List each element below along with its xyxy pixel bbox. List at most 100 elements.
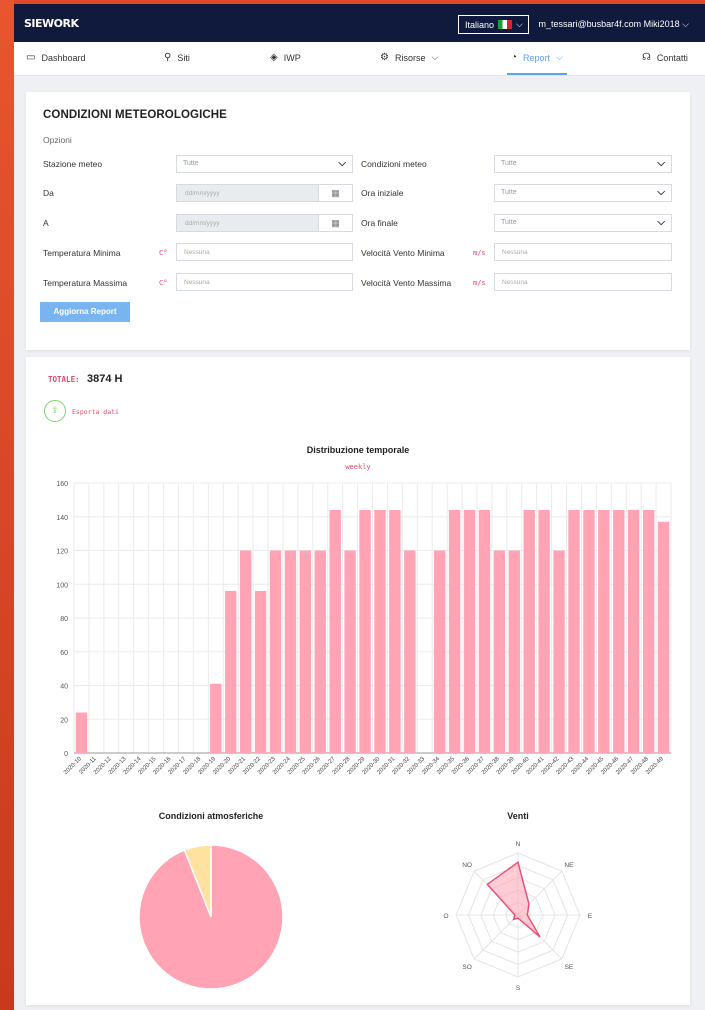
vento-max-unit: m/s — [473, 279, 486, 287]
radar-axis-label: N — [516, 841, 521, 848]
select-value: Tutte — [501, 160, 517, 167]
bar — [284, 550, 297, 753]
nav-report[interactable]: ◔ Report ⌵ — [507, 52, 567, 75]
pie-chart — [138, 844, 284, 990]
radar-chart: N NE E SE S SO O NO — [443, 841, 593, 992]
export-icon[interactable]: ⇪ — [44, 400, 66, 422]
nav-label: Contatti — [656, 52, 688, 63]
logo: SIEWORK — [24, 16, 79, 30]
y-tick-label: 40 — [60, 684, 68, 691]
a-label: A — [43, 218, 49, 228]
bar — [628, 510, 640, 753]
y-tick-label: 0 — [64, 751, 68, 758]
layers-icon: ◈ — [270, 52, 278, 63]
chevron-down-icon: ⌵ — [657, 217, 665, 228]
nav-siti[interactable]: ⚲ Siti — [164, 52, 190, 63]
bar — [314, 550, 326, 753]
select-value: Tutte — [183, 160, 199, 167]
temp-max-label: Temperatura Massima — [43, 278, 128, 288]
bar — [657, 521, 670, 753]
date-placeholder: dd/mm/yyyy — [185, 190, 220, 197]
page-title: CONDIZIONI METEOROLOGICHE — [43, 109, 227, 121]
bar — [568, 510, 580, 753]
vento-max-input[interactable]: Nessuna — [494, 273, 672, 291]
input-placeholder: Nessuna — [502, 279, 528, 286]
ora-iniziale-select[interactable]: Tutte ⌵ — [494, 184, 672, 202]
bar — [642, 510, 655, 753]
a-date-input[interactable]: dd/mm/yyyy ▦ — [176, 214, 353, 232]
bar — [389, 510, 401, 753]
nav-iwp[interactable]: ◈ IWP — [270, 52, 301, 63]
bar — [75, 712, 88, 753]
bar — [508, 550, 520, 753]
select-value: Tutte — [501, 219, 517, 226]
calendar-icon[interactable]: ▦ — [318, 215, 352, 231]
nav-risorse[interactable]: ⚙ Risorse ⌵ — [380, 52, 438, 63]
bar — [538, 510, 550, 753]
bar — [359, 510, 371, 753]
input-placeholder: Nessuna — [184, 279, 210, 286]
radar-chart-title: Venti — [507, 811, 529, 821]
nav-label: IWP — [283, 52, 301, 63]
radar-axis-label: O — [443, 913, 448, 920]
app-frame: SIEWORK Italiano ⌵ m_tessari@busbar4f.co… — [14, 0, 705, 1010]
report-card: TOTALE: 3874 H ⇪ Esporta dati Distribuzi… — [26, 357, 690, 1005]
pie-chart-title: Condizioni atmosferiche — [158, 811, 264, 821]
y-tick-label: 160 — [56, 481, 68, 488]
condizioni-meteo-select[interactable]: Tutte ⌵ — [494, 155, 672, 173]
chevron-down-icon: ⌵ — [516, 19, 523, 29]
y-tick-label: 60 — [60, 650, 68, 657]
date-placeholder: dd/mm/yyyy — [185, 220, 220, 227]
y-tick-label: 120 — [56, 549, 68, 556]
temp-max-unit: C° — [159, 279, 168, 287]
da-label: Da — [43, 188, 54, 198]
location-pin-icon: ⚲ — [164, 52, 172, 63]
chevron-down-icon: ⌵ — [556, 52, 563, 62]
temp-min-unit: C° — [159, 249, 168, 257]
nav-contatti[interactable]: ☊ Contatti — [642, 52, 688, 63]
chevron-down-icon: ⌵ — [657, 187, 665, 198]
bar — [553, 550, 565, 753]
stazione-meteo-select[interactable]: Tutte ⌵ — [176, 155, 353, 173]
temp-max-input[interactable]: Nessuna — [176, 273, 353, 291]
total-value: 3874 H — [87, 373, 123, 385]
calendar-icon[interactable]: ▦ — [318, 185, 352, 201]
temp-min-input[interactable]: Nessuna — [176, 243, 353, 261]
bar — [463, 510, 476, 753]
nav-dashboard[interactable]: ▭ Dashboard — [26, 52, 85, 63]
nav-label: Siti — [177, 52, 190, 63]
vento-min-label: Velocità Vento Minima — [361, 248, 445, 258]
bar — [598, 510, 610, 753]
chevron-down-icon: ⌵ — [431, 52, 439, 62]
user-menu[interactable]: m_tessari@busbar4f.com Miki2018 ⌵ — [538, 19, 689, 30]
options-label: Opzioni — [43, 135, 72, 145]
y-tick-label: 20 — [60, 717, 68, 724]
monitor-icon: ▭ — [26, 52, 36, 63]
vento-min-input[interactable]: Nessuna — [494, 243, 672, 261]
radar-axis-label: NE — [564, 862, 574, 869]
ora-finale-label: Ora finale — [361, 218, 398, 228]
bar — [329, 510, 341, 753]
ora-iniziale-label: Ora iniziale — [361, 188, 404, 198]
radar-axis-label: SE — [565, 964, 574, 971]
y-tick-label: 100 — [56, 582, 68, 589]
radar-axis-label: S — [516, 985, 521, 992]
bar — [523, 510, 535, 753]
bar — [493, 550, 506, 753]
y-tick-label: 140 — [56, 515, 68, 522]
y-tick-label: 80 — [60, 616, 68, 623]
aggiorna-report-button[interactable]: Aggiorna Report — [40, 302, 130, 322]
total-label: TOTALE: — [48, 375, 80, 384]
stazione-meteo-label: Stazione meteo — [43, 159, 103, 169]
ora-finale-select[interactable]: Tutte ⌵ — [494, 214, 672, 232]
top-bar: SIEWORK Italiano ⌵ m_tessari@busbar4f.co… — [14, 0, 705, 42]
radar-axis-label: E — [588, 913, 593, 920]
select-value: Tutte — [501, 189, 517, 196]
bar — [478, 510, 491, 753]
bar — [239, 550, 252, 753]
chevron-down-icon: ⌵ — [338, 158, 346, 169]
da-date-input[interactable]: dd/mm/yyyy ▦ — [176, 184, 353, 202]
language-select[interactable]: Italiano ⌵ — [458, 15, 529, 34]
nav-label: Risorse — [394, 52, 426, 63]
export-label[interactable]: Esporta dati — [72, 408, 119, 416]
